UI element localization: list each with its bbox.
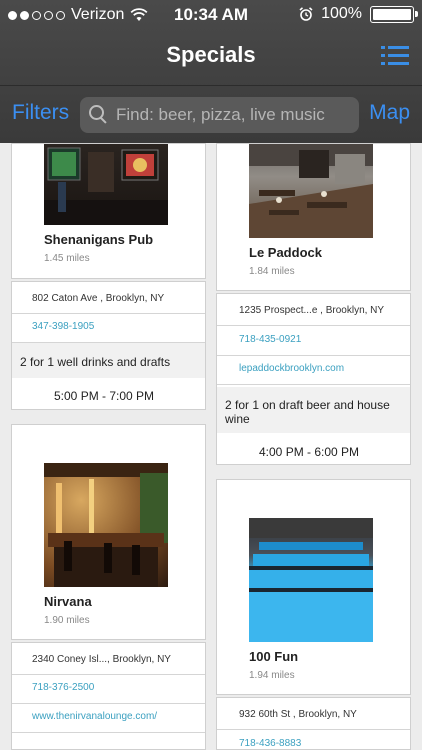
venue-distance: 1.94 miles: [249, 670, 295, 681]
venue-distance: 1.84 miles: [249, 266, 295, 277]
venue-name: Nirvana: [44, 594, 92, 609]
venue-details: 802 Caton Ave , Brooklyn, NY 347-398-190…: [11, 281, 206, 410]
battery-icon: [370, 5, 418, 23]
venue-hours: 4:00 PM - 6:00 PM: [259, 445, 360, 459]
top-bar: Verizon 10:34 AM 100% Specials Filters F…: [0, 0, 422, 143]
venue-phone-link[interactable]: 718-436-8883: [239, 738, 301, 749]
venue-special: 2 for 1 well drinks and drafts: [20, 355, 171, 369]
venue-phone-link[interactable]: 347-398-1905: [32, 321, 94, 332]
venue-card[interactable]: Le Paddock 1.84 miles: [216, 143, 411, 291]
list-menu-icon[interactable]: [381, 46, 409, 66]
page-title: Specials: [166, 42, 256, 67]
venue-card[interactable]: 100 Fun 1.94 miles: [216, 479, 411, 695]
venue-address: 932 60th St , Brooklyn, NY: [239, 709, 357, 720]
venue-details: 1235 Prospect...e , Brooklyn, NY 718-435…: [216, 293, 411, 465]
venue-photo: [249, 144, 373, 238]
map-button[interactable]: Map: [369, 101, 410, 125]
venue-name: Le Paddock: [249, 245, 322, 260]
venue-address: 802 Caton Ave , Brooklyn, NY: [32, 293, 165, 304]
venue-photo: [249, 518, 373, 642]
venue-name: 100 Fun: [249, 649, 299, 664]
search-icon: [88, 104, 110, 126]
venue-photo: [44, 463, 168, 587]
venue-distance: 1.90 miles: [44, 615, 90, 626]
venue-card[interactable]: Shenanigans Pub 1.45 miles: [11, 143, 206, 279]
alarm-icon: [299, 7, 313, 21]
search-input[interactable]: [116, 105, 359, 125]
venue-details: 2340 Coney Isl..., Brooklyn, NY 718-376-…: [11, 642, 206, 750]
venue-hours: 5:00 PM - 7:00 PM: [54, 389, 155, 403]
venue-distance: 1.45 miles: [44, 253, 90, 264]
search-bar[interactable]: [80, 97, 359, 133]
venue-address: 2340 Coney Isl..., Brooklyn, NY: [32, 654, 171, 665]
venue-photo: [44, 144, 168, 225]
battery-percent: 100%: [321, 5, 362, 22]
venue-special: 2 for 1 on draft beer and house wine: [225, 398, 390, 426]
venue-phone-link[interactable]: 718-435-0921: [239, 334, 301, 345]
venue-phone-link[interactable]: 718-376-2500: [32, 682, 94, 693]
venue-name: Shenanigans Pub: [44, 232, 154, 247]
venue-website-link[interactable]: www.thenirvanalounge.com/: [32, 711, 157, 722]
venue-website-link[interactable]: lepaddockbrooklyn.com: [239, 363, 344, 374]
venue-details: 932 60th St , Brooklyn, NY 718-436-8883: [216, 697, 411, 750]
venue-card[interactable]: Nirvana 1.90 miles: [11, 424, 206, 640]
filters-button[interactable]: Filters: [12, 101, 69, 125]
status-bar: Verizon 10:34 AM 100%: [0, 0, 422, 30]
venue-address: 1235 Prospect...e , Brooklyn, NY: [239, 305, 385, 316]
nav-divider: [0, 85, 422, 86]
